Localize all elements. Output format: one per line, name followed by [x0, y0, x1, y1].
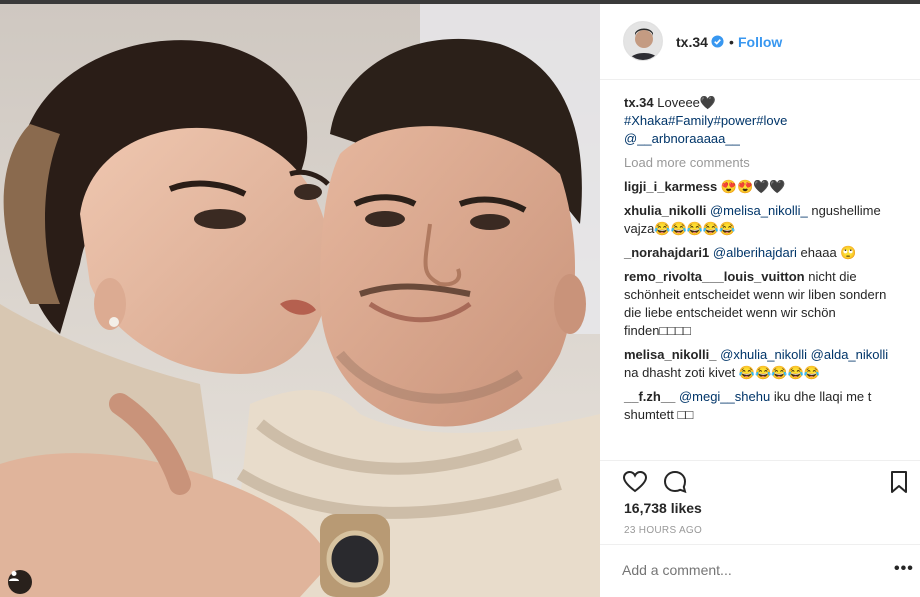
comment-username[interactable]: _norahajdari1: [624, 245, 709, 260]
avatar[interactable]: [623, 21, 663, 61]
comment-text: 😍😍🖤🖤: [717, 179, 786, 194]
comment-mention[interactable]: @xhulia_nikolli: [720, 347, 807, 362]
verified-badge-icon: [711, 35, 724, 48]
comment-mention[interactable]: @alda_nikolli: [811, 347, 889, 362]
bookmark-icon[interactable]: [886, 469, 912, 495]
caption-mention[interactable]: @__arbnoraaaaa__: [624, 131, 740, 146]
post-header: tx.34 • Follow: [600, 4, 920, 80]
comment-rows: ligji_i_karmess 😍😍🖤🖤 xhulia_nikolli @meli…: [624, 178, 904, 424]
heart-icon[interactable]: [622, 469, 648, 495]
action-bar: [600, 460, 920, 496]
user-tag-icon: [9, 571, 19, 581]
comment-item: xhulia_nikolli @melisa_nikolli_ ngushell…: [624, 202, 904, 238]
comments-list: tx.34 Loveee🖤 #Xhaka#Family#power#love @…: [624, 94, 904, 430]
caption: tx.34 Loveee🖤 #Xhaka#Family#power#love @…: [624, 94, 904, 148]
post-timestamp[interactable]: 23 HOURS AGO: [624, 525, 702, 536]
comment-text: na dhasht zoti kivet 😂😂😂😂😂: [624, 365, 820, 380]
comment-username[interactable]: ligji_i_karmess: [624, 179, 717, 194]
avatar-image: [624, 22, 662, 60]
post-photo[interactable]: [0, 4, 600, 597]
add-comment-bar: •••: [600, 544, 920, 597]
separator-dot: •: [729, 34, 734, 50]
comment-username[interactable]: melisa_nikolli_: [624, 347, 717, 362]
comment-item: melisa_nikolli_ @xhulia_nikolli @alda_ni…: [624, 346, 904, 382]
comment-username[interactable]: __f.zh__: [624, 389, 675, 404]
caption-username[interactable]: tx.34: [624, 95, 654, 110]
comment-username[interactable]: remo_rivolta___louis_vuitton: [624, 269, 805, 284]
comment-item: __f.zh__ @megi__shehu iku dhe llaqi me t…: [624, 388, 904, 424]
likes-count[interactable]: 16,738 likes: [624, 500, 702, 516]
comment-icon[interactable]: [662, 469, 688, 495]
comment-mention[interactable]: @alberihajdari: [713, 245, 797, 260]
comment-text: ehaaa 🙄: [796, 245, 857, 260]
comment-username[interactable]: xhulia_nikolli: [624, 203, 706, 218]
load-more-comments-button[interactable]: Load more comments: [624, 154, 904, 172]
author-username[interactable]: tx.34: [676, 34, 708, 50]
caption-hashtags[interactable]: #Xhaka#Family#power#love: [624, 113, 787, 128]
comment-item: remo_rivolta___louis_vuitton nicht die s…: [624, 268, 904, 340]
comment-item: _norahajdari1 @alberihajdari ehaaa 🙄: [624, 244, 904, 262]
more-options-button[interactable]: •••: [894, 560, 914, 578]
comment-mention[interactable]: @melisa_nikolli_: [710, 203, 808, 218]
add-comment-input[interactable]: [622, 562, 872, 578]
user-tag-button[interactable]: [8, 570, 32, 594]
photo-illustration: [0, 4, 600, 597]
comment-mention[interactable]: @megi__shehu: [679, 389, 770, 404]
follow-button[interactable]: Follow: [738, 34, 782, 50]
post-panel: tx.34 • Follow tx.34 Loveee🖤 #Xhaka#Fami…: [600, 4, 920, 597]
caption-text: Loveee🖤: [653, 95, 717, 110]
comment-item: ligji_i_karmess 😍😍🖤🖤: [624, 178, 904, 196]
